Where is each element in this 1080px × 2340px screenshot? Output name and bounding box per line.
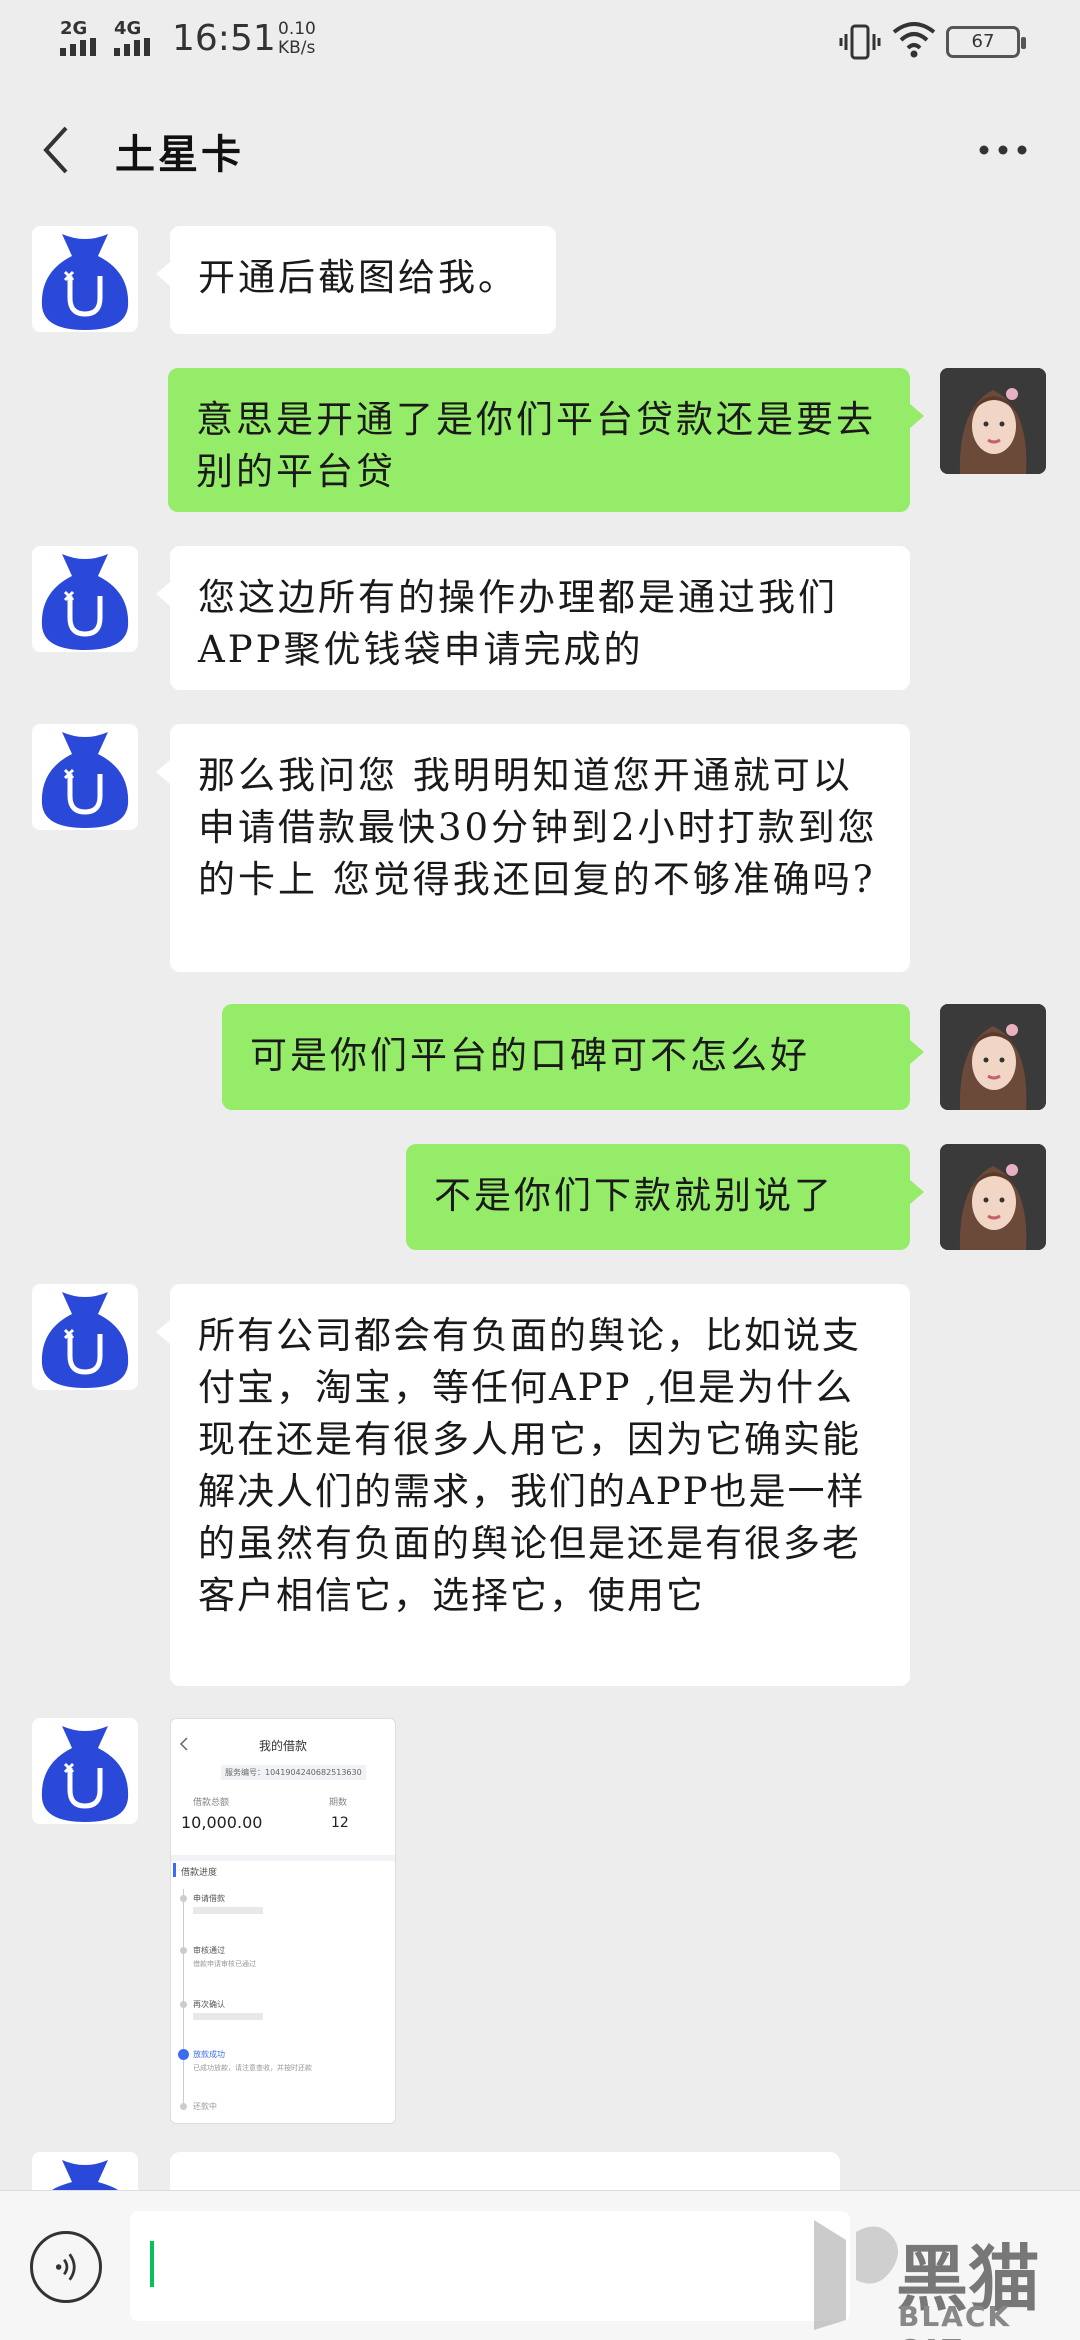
loan-step-note: 已成功放款，请注意查收，并按时还款	[193, 2064, 312, 2072]
network-2g-label: 2G	[60, 18, 88, 39]
network-speed: 0.10 KB/s	[278, 20, 316, 58]
message-bubble-sent[interactable]: 意思是开通了是你们平台贷款还是要去别的平台贷	[168, 368, 924, 512]
speed-value: 0.10	[278, 19, 316, 39]
loan-step-label: 放款成功	[193, 2050, 225, 2059]
chevron-left-icon[interactable]	[36, 122, 76, 178]
timeline-dot	[180, 2001, 187, 2008]
loan-step-label: 再次确认	[193, 2000, 225, 2009]
redacted-text	[193, 1907, 263, 1914]
message-bubble-sent[interactable]: 可是你们平台的口碑可不怎么好	[222, 1004, 924, 1110]
vibrate-icon	[839, 24, 881, 60]
chat-title: 土星卡	[115, 131, 244, 178]
loan-progress-title: 借款进度	[181, 1868, 218, 1878]
message-bubble-sent[interactable]: 不是你们下款就别说了	[406, 1144, 924, 1250]
timeline-dot	[180, 2103, 187, 2110]
loan-amount-label: 借款总额	[193, 1798, 230, 1808]
divider	[171, 1855, 395, 1861]
loan-term: 12	[331, 1815, 349, 1831]
money-bag-icon	[41, 554, 129, 650]
contact-avatar[interactable]	[32, 2152, 138, 2190]
user-photo	[940, 368, 1046, 474]
loan-amount: 10,000.00	[181, 1813, 263, 1832]
money-bag-icon	[41, 732, 129, 828]
user-photo	[940, 1004, 1046, 1110]
battery-indicator: 67	[946, 26, 1026, 58]
section-marker	[173, 1863, 176, 1877]
timeline-line	[183, 1889, 184, 2109]
loan-page-title: 我的借款	[259, 1739, 308, 1753]
message-bubble-received[interactable]: 开通后截图给我。	[156, 226, 556, 334]
timeline-dot	[180, 1895, 187, 1902]
user-avatar[interactable]	[940, 1004, 1046, 1110]
network-4g-label: 4G	[114, 18, 142, 39]
voice-icon[interactable]	[30, 2231, 102, 2303]
loan-order-number: 服务编号：1041904240682513630	[221, 1765, 366, 1780]
money-bag-icon	[41, 1726, 129, 1822]
money-bag-icon	[41, 1292, 129, 1388]
chat-header: 土星卡	[0, 100, 1080, 200]
loan-step-label: 审核通过	[193, 1946, 225, 1955]
signal-4g-icon	[114, 38, 150, 56]
speed-unit: KB/s	[278, 38, 316, 58]
signal-2g-icon	[60, 38, 96, 56]
loan-step-note: 借款申请审核已通过	[193, 1960, 256, 1968]
user-avatar[interactable]	[940, 1144, 1046, 1250]
contact-avatar[interactable]	[32, 546, 138, 652]
wifi-icon	[892, 22, 936, 58]
contact-avatar[interactable]	[32, 1284, 138, 1390]
more-dots-icon[interactable]	[978, 144, 1028, 156]
image-message-loan-screenshot[interactable]: 我的借款 服务编号：1041904240682513630 借款总额 10,00…	[170, 1718, 396, 2124]
contact-avatar[interactable]	[32, 724, 138, 830]
status-bar: 2G 4G 16:51 0.10 KB/s 67	[0, 0, 1080, 80]
timeline-dot-active	[178, 2049, 189, 2060]
contact-avatar[interactable]	[32, 226, 138, 332]
timeline-dot	[180, 1947, 187, 1954]
loan-step-label: 还款中	[193, 2102, 217, 2111]
redacted-text	[193, 2013, 263, 2020]
loan-step-label: 申请借款	[193, 1894, 225, 1903]
message-bubble-received[interactable]: 您这边所有的操作办理都是通过我们APP聚优钱袋申请完成的	[156, 546, 910, 690]
loan-term-label: 期数	[329, 1798, 348, 1808]
money-bag-icon	[52, 2160, 118, 2190]
message-bubble-received[interactable]: 那么我问您 我明明知道您开通就可以申请借款最快30分钟到2小时打款到您的卡上 您…	[156, 724, 910, 972]
chevron-left-icon	[179, 1737, 188, 1751]
user-avatar[interactable]	[940, 368, 1046, 474]
message-bubble-received-partial[interactable]	[170, 2152, 840, 2190]
contact-avatar[interactable]	[32, 1718, 138, 1824]
money-bag-icon	[41, 234, 129, 330]
message-input[interactable]	[130, 2211, 850, 2321]
watermark-subtext: BLACK CAT	[898, 2300, 1012, 2340]
text-cursor	[150, 2241, 154, 2287]
clock: 16:51	[172, 18, 276, 59]
user-photo	[940, 1144, 1046, 1250]
message-bubble-received[interactable]: 所有公司都会有负面的舆论，比如说支付宝，淘宝，等任何APP ,但是为什么现在还是…	[156, 1284, 910, 1686]
